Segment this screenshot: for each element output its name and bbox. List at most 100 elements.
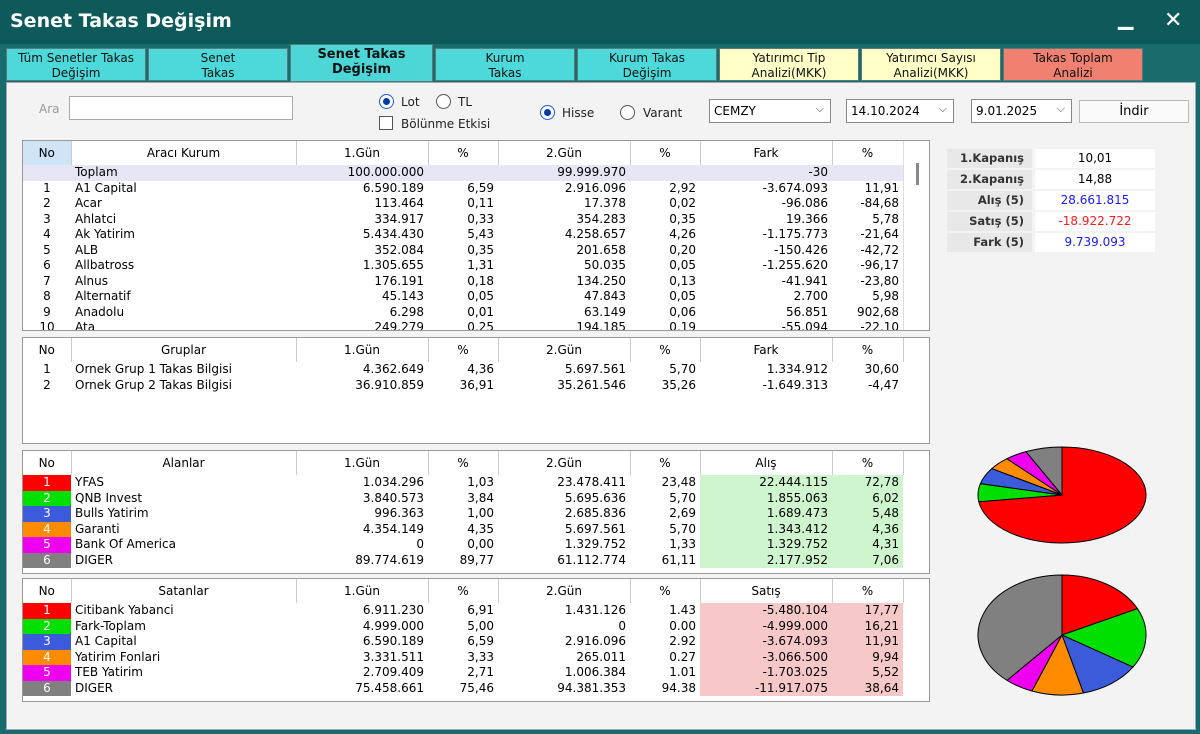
table-header: No Gruplar 1.Gün % 2.Gün % Fark %: [23, 338, 904, 362]
col-header[interactable]: 1.Gün: [296, 451, 429, 475]
col-header[interactable]: %: [832, 579, 904, 603]
tab-tum-senetler[interactable]: Tüm Senetler Takas Değişim: [6, 48, 146, 81]
col-header[interactable]: %: [630, 451, 701, 475]
row-value: 6.590.189: [362, 634, 424, 649]
col-header[interactable]: No: [23, 579, 72, 603]
col-header[interactable]: Fark: [700, 338, 833, 362]
tab-kurum-takas[interactable]: Kurum Takas: [435, 48, 575, 81]
lot-label: Lot: [401, 95, 420, 109]
col-header[interactable]: %: [630, 141, 701, 165]
search-input[interactable]: [69, 96, 293, 120]
table-row[interactable]: 10 Ata 249.279 0,25 194.185 0,19 -55.094 -22,10: [23, 320, 903, 331]
col-header[interactable]: 1.Gün: [296, 338, 429, 362]
row-value: 0,20: [669, 242, 696, 257]
minimize-icon[interactable]: ▁: [1118, 6, 1133, 30]
varant-radio[interactable]: [620, 105, 635, 120]
date2-select[interactable]: 9.01.2025 ⌵: [971, 99, 1072, 123]
row-name: DIGER: [75, 680, 113, 695]
col-header[interactable]: %: [428, 451, 499, 475]
col-header[interactable]: No: [23, 338, 72, 362]
table-row[interactable]: 8 Alternatif 45.143 0,05 47.843 0,05 2.700 5,98: [23, 289, 903, 305]
table-row[interactable]: 2 Acar 113.464 0,11 17.378 0,02 -96.086 -84,68: [23, 196, 903, 212]
col-header[interactable]: 2.Gün: [498, 579, 631, 603]
table-row[interactable]: 4 Ak Yatirim 5.434.430 5,43 4.258.657 4,26 -1.…: [23, 227, 903, 243]
row-value: 0: [618, 618, 626, 633]
tab-label: Analizi: [1053, 66, 1093, 80]
col-header[interactable]: 2.Gün: [498, 141, 631, 165]
col-header[interactable]: %: [428, 141, 499, 165]
col-header[interactable]: Gruplar: [71, 338, 297, 362]
col-header[interactable]: No: [23, 141, 72, 165]
table-row[interactable]: 1 YFAS 1.034.296 1,03 23.478.411 23,48 22.444.…: [23, 475, 903, 491]
row-value: 94.381.353: [557, 680, 626, 695]
symbol-select[interactable]: CEMZY ⌵: [709, 99, 831, 123]
tab-senet-takas[interactable]: Senet Takas: [148, 48, 288, 81]
col-header[interactable]: Aracı Kurum: [71, 141, 297, 165]
table-header: No Alanlar 1.Gün % 2.Gün % Alış %: [23, 451, 904, 475]
table-row[interactable]: 4 Garanti 4.354.149 4,35 5.697.561 5,70 1.343.…: [23, 521, 903, 537]
split-checkbox[interactable]: [379, 116, 393, 130]
col-header[interactable]: 1.Gün: [296, 579, 429, 603]
table-row[interactable]: 1 Citibank Yabanci 6.911.230 6,91 1.431.126 1…: [23, 603, 903, 619]
row-value: -4,47: [867, 377, 899, 392]
tab-label: Analizi(MKK): [893, 66, 969, 80]
col-header[interactable]: 2.Gün: [498, 338, 631, 362]
row-number: 10: [39, 320, 55, 331]
table-row[interactable]: 7 Alnus 176.191 0,18 134.250 0,13 -41.941 -23,8…: [23, 274, 903, 290]
table-row[interactable]: 3 Ahlatci 334.917 0,33 354.283 0,35 19.366 5,78: [23, 212, 903, 228]
table-row[interactable]: 3 Bulls Yatirim 996.363 1,00 2.685.836 2,69 1.…: [23, 506, 903, 522]
col-header[interactable]: %: [832, 451, 904, 475]
row-value: 5,98: [872, 289, 899, 304]
row-value: 50.035: [584, 258, 626, 273]
tab-senet-takas-degisim[interactable]: Senet Takas Değişim: [290, 44, 433, 82]
table-row[interactable]: 2 Ornek Grup 2 Takas Bilgisi 36.910.859 36,…: [23, 378, 903, 394]
table-row[interactable]: 2 Fark-Toplam 4.999.000 5,00 0 0.00 -4.999.000…: [23, 618, 903, 634]
scrollbar-thumb[interactable]: [916, 163, 919, 185]
col-header[interactable]: 2.Gün: [498, 451, 631, 475]
table-row[interactable]: 5 ALB 352.084 0,35 201.658 0,20 -150.426 -42,72: [23, 243, 903, 259]
table-row[interactable]: 1 A1 Capital 6.590.189 6,59 2.916.096 2,92 -3.…: [23, 181, 903, 197]
col-header[interactable]: %: [832, 141, 904, 165]
row-value: 1.01: [669, 665, 696, 680]
col-header[interactable]: %: [428, 579, 499, 603]
tab-takas-toplam[interactable]: Takas Toplam Analizi: [1003, 48, 1143, 81]
col-header[interactable]: Satanlar: [71, 579, 297, 603]
scrollbar[interactable]: [903, 141, 929, 330]
col-header[interactable]: Alanlar: [71, 451, 297, 475]
tab-yatirimci-sayisi[interactable]: Yatırımcı Sayısı Analizi(MKK): [861, 48, 1001, 81]
col-header[interactable]: No: [23, 451, 72, 475]
tab-yatirimci-tip[interactable]: Yatırımcı Tip Analizi(MKK): [719, 48, 859, 81]
download-button[interactable]: İndir: [1079, 100, 1189, 123]
row-name: Allbatross: [75, 258, 135, 273]
table-row[interactable]: 3 A1 Capital 6.590.189 6,59 2.916.096 2.92 -3.…: [23, 634, 903, 650]
row-value: 16,21: [832, 618, 903, 634]
col-header[interactable]: Fark: [700, 141, 833, 165]
lot-radio[interactable]: [379, 94, 394, 109]
table-row[interactable]: 9 Anadolu 6.298 0,01 63.149 0,06 56.851 902,68: [23, 305, 903, 321]
tab-kurum-takas-degisim[interactable]: Kurum Takas Değişim: [577, 48, 717, 81]
table-row[interactable]: 4 Yatirim Fonlari 3.331.511 3,33 265.011 0.27…: [23, 649, 903, 665]
col-header[interactable]: %: [428, 338, 499, 362]
row-value: 5.695.636: [564, 490, 626, 505]
row-name: ALB: [75, 242, 99, 257]
col-header[interactable]: Satış: [700, 579, 833, 603]
table-row[interactable]: 1 Ornek Grup 1 Takas Bilgisi 4.362.649 4,36…: [23, 362, 903, 378]
table-row[interactable]: 6 Allbatross 1.305.655 1,31 50.035 0,05 -1.255…: [23, 258, 903, 274]
table-row[interactable]: 5 TEB Yatirim 2.709.409 2,71 1.006.384 1.01 -1…: [23, 665, 903, 681]
col-header[interactable]: %: [832, 338, 904, 362]
table-row[interactable]: 2 QNB Invest 3.840.573 3,84 5.695.636 5,70 1.8…: [23, 490, 903, 506]
summary-label: 1.Kapanış: [947, 149, 1032, 168]
date1-select[interactable]: 14.10.2024 ⌵: [846, 99, 954, 123]
table-row[interactable]: 6 DIGER 89.774.619 89,77 61.112.774 61,11 2.17…: [23, 552, 903, 568]
tl-radio[interactable]: [436, 94, 451, 109]
table-row[interactable]: 5 Bank Of America 0 0,00 1.329.752 1,33 1.329.…: [23, 537, 903, 553]
total-row[interactable]: Toplam 100.000.000 99.999.970 -30: [23, 165, 903, 181]
col-header[interactable]: %: [630, 579, 701, 603]
col-header[interactable]: 1.Gün: [296, 141, 429, 165]
table-row[interactable]: 6 DIGER 75.458.661 75,46 94.381.353 94.38 -11.…: [23, 680, 903, 696]
col-header[interactable]: %: [630, 338, 701, 362]
col-header[interactable]: Alış: [700, 451, 833, 475]
close-icon[interactable]: ✕: [1164, 8, 1182, 33]
hisse-radio[interactable]: [540, 105, 555, 120]
tab-bar: Tüm Senetler Takas Değişim Senet Takas Sen…: [6, 44, 1196, 82]
